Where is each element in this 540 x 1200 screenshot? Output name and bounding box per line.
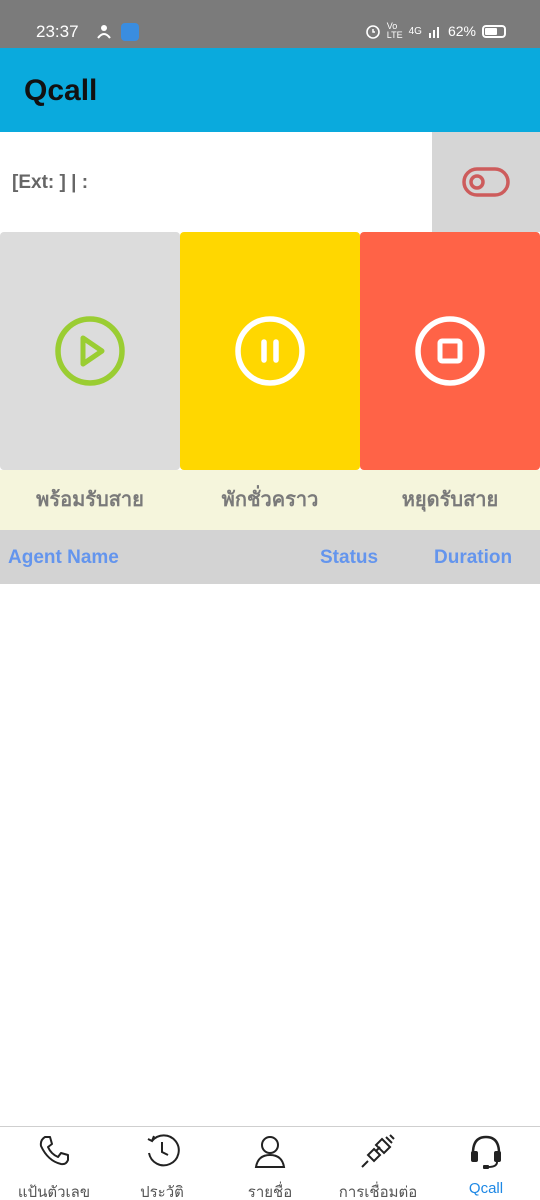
pause-button[interactable] <box>180 232 360 470</box>
pause-icon <box>235 316 305 386</box>
toggle-off-icon <box>462 167 510 197</box>
alarm-icon <box>365 25 380 39</box>
android-app-icon <box>121 23 139 41</box>
status-bar: 23:37 Vo LTE 4G 62% <box>0 0 540 48</box>
nav-label-connection: การเชื่อมต่อ <box>338 1184 418 1200</box>
battery-percent: 62% <box>447 23 476 39</box>
nav-item-connection[interactable]: การเชื่อมต่อ <box>324 1127 432 1200</box>
status-time: 23:37 <box>36 22 79 41</box>
agent-action-buttons <box>0 232 540 470</box>
toggle-button[interactable] <box>432 132 540 232</box>
plug-connection-icon <box>361 1134 395 1168</box>
nav-label-qcall: Qcall <box>468 1180 504 1197</box>
stop-label[interactable]: หยุดรับสาย <box>360 470 540 530</box>
nav-item-history[interactable]: ประวัติ <box>108 1127 216 1200</box>
signal-icon <box>428 27 439 38</box>
app-bar: Qcall <box>0 48 540 132</box>
ready-button[interactable] <box>0 232 180 470</box>
play-icon <box>55 316 125 386</box>
column-duration: Duration <box>434 547 513 568</box>
agent-table-body <box>0 584 540 1126</box>
notification-app-icon <box>97 25 111 39</box>
nav-item-contacts[interactable]: รายชื่อ <box>216 1127 324 1200</box>
headset-icon <box>471 1135 501 1169</box>
nav-label-contacts: รายชื่อ <box>247 1184 293 1200</box>
volte-indicator: Vo LTE <box>386 21 403 40</box>
extension-row: [Ext: ] | : <box>0 132 540 232</box>
bottom-nav: แป้นตัวเลข ประวัติ รายชื่อ การเชื่อมต่อ <box>0 1126 540 1200</box>
contact-person-icon <box>254 1136 286 1168</box>
pause-label[interactable]: พักชั่วคราว <box>180 470 360 530</box>
status-right-group: Vo LTE 4G 62% <box>365 22 506 40</box>
nav-item-qcall[interactable]: Qcall <box>432 1127 540 1200</box>
nav-label-history: ประวัติ <box>140 1184 184 1200</box>
history-clock-icon <box>147 1134 180 1167</box>
battery-icon <box>482 24 506 38</box>
nav-item-keypad[interactable]: แป้นตัวเลข <box>0 1127 108 1200</box>
phone-icon <box>39 1136 69 1166</box>
column-agent-name: Agent Name <box>8 547 119 568</box>
ready-label[interactable]: พร้อมรับสาย <box>0 470 180 530</box>
extension-info: [Ext: ] | : <box>12 172 89 193</box>
nav-label-keypad: แป้นตัวเลข <box>17 1184 91 1200</box>
column-status: Status <box>320 547 379 568</box>
stop-button[interactable] <box>360 232 540 470</box>
page-title: Qcall <box>24 74 98 107</box>
agent-table-header: Agent Name Status Duration <box>0 530 540 584</box>
network-indicator: 4G <box>408 25 422 37</box>
action-labels: พร้อมรับสาย พักชั่วคราว หยุดรับสาย <box>0 470 540 530</box>
stop-icon <box>415 316 485 386</box>
